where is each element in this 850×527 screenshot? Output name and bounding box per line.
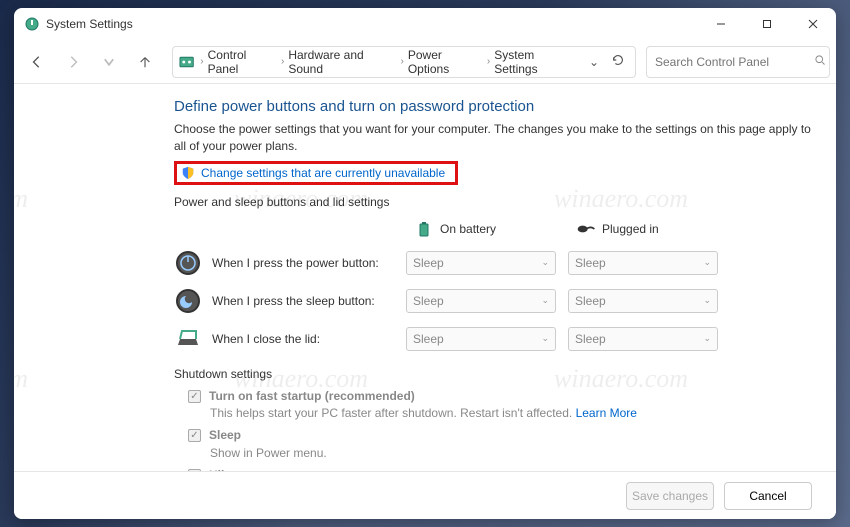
row-power-button: When I press the power button: xyxy=(174,249,394,277)
sleep-sub: Show in Power menu. xyxy=(210,446,812,460)
row-lid: When I close the lid: xyxy=(174,325,394,353)
forward-button[interactable] xyxy=(56,45,90,79)
section-heading: Power and sleep buttons and lid settings xyxy=(174,195,812,209)
lid-battery-dropdown[interactable]: Sleep⌄ xyxy=(406,327,556,351)
cancel-button[interactable]: Cancel xyxy=(724,482,812,510)
chevron-icon: › xyxy=(200,56,203,67)
chevron-down-icon: ⌄ xyxy=(541,333,549,344)
minimize-button[interactable] xyxy=(698,8,744,40)
chevron-down-icon: ⌄ xyxy=(703,257,711,268)
learn-more-link[interactable]: Learn More xyxy=(576,406,637,420)
page-subtext: Choose the power settings that you want … xyxy=(174,121,812,155)
footer: Save changes Cancel xyxy=(14,471,836,519)
power-button-icon xyxy=(174,249,202,277)
plug-icon xyxy=(576,219,596,239)
fast-startup-checkbox[interactable] xyxy=(188,390,201,403)
battery-icon xyxy=(414,219,434,239)
page-heading: Define power buttons and turn on passwor… xyxy=(174,98,812,115)
app-icon xyxy=(24,16,40,32)
chevron-down-icon: ⌄ xyxy=(541,295,549,306)
address-dropdown[interactable]: ⌄ xyxy=(585,55,603,69)
col-plugged-header: Plugged in xyxy=(568,219,718,239)
fast-startup-sub: This helps start your PC faster after sh… xyxy=(210,406,812,420)
navbar: › Control Panel › Hardware and Sound › P… xyxy=(14,40,836,84)
watermark: winaero.com xyxy=(14,184,28,214)
chevron-down-icon: ⌄ xyxy=(703,333,711,344)
up-button[interactable] xyxy=(128,45,162,79)
breadcrumb-item[interactable]: System Settings xyxy=(494,48,577,76)
window: System Settings › Control Panel › Hardwa… xyxy=(14,8,836,519)
search-input[interactable] xyxy=(655,55,810,69)
titlebar: System Settings xyxy=(14,8,836,40)
back-button[interactable] xyxy=(20,45,54,79)
col-battery-header: On battery xyxy=(406,219,556,239)
power-plugged-dropdown[interactable]: Sleep⌄ xyxy=(568,251,718,275)
sleep-battery-dropdown[interactable]: Sleep⌄ xyxy=(406,289,556,313)
address-bar[interactable]: › Control Panel › Hardware and Sound › P… xyxy=(172,46,636,78)
sleep-button-icon xyxy=(174,287,202,315)
row-sleep-button: When I press the sleep button: xyxy=(174,287,394,315)
sleep-plugged-dropdown[interactable]: Sleep⌄ xyxy=(568,289,718,313)
opt-fast-startup: Turn on fast startup (recommended) xyxy=(188,389,812,405)
lid-icon xyxy=(174,325,202,353)
content-area: Define power buttons and turn on passwor… xyxy=(14,84,836,471)
maximize-button[interactable] xyxy=(744,8,790,40)
change-settings-highlight: Change settings that are currently unava… xyxy=(174,161,458,185)
control-panel-icon xyxy=(179,54,194,70)
hibernate-checkbox[interactable] xyxy=(188,469,201,471)
opt-hibernate: Hibernate xyxy=(188,468,812,471)
chevron-icon: › xyxy=(487,56,490,67)
chevron-down-icon: ⌄ xyxy=(703,295,711,306)
lid-plugged-dropdown[interactable]: Sleep⌄ xyxy=(568,327,718,351)
window-title: System Settings xyxy=(46,17,133,31)
chevron-icon: › xyxy=(401,56,404,67)
close-button[interactable] xyxy=(790,8,836,40)
save-button[interactable]: Save changes xyxy=(626,482,714,510)
shield-icon xyxy=(181,166,195,180)
chevron-down-icon: ⌄ xyxy=(541,257,549,268)
breadcrumb-item[interactable]: Power Options xyxy=(408,48,483,76)
watermark: winaero.com xyxy=(14,364,28,394)
breadcrumb-item[interactable]: Control Panel xyxy=(208,48,277,76)
recent-dropdown[interactable] xyxy=(92,45,126,79)
chevron-icon: › xyxy=(281,56,284,67)
search-box[interactable] xyxy=(646,46,830,78)
refresh-button[interactable] xyxy=(607,53,629,70)
sleep-checkbox[interactable] xyxy=(188,429,201,442)
change-settings-link[interactable]: Change settings that are currently unava… xyxy=(201,166,445,180)
breadcrumb-item[interactable]: Hardware and Sound xyxy=(288,48,396,76)
settings-grid: On battery Plugged in When I press the p… xyxy=(174,219,812,353)
opt-sleep: Sleep xyxy=(188,428,812,444)
shutdown-heading: Shutdown settings xyxy=(174,367,812,381)
search-icon xyxy=(814,54,826,69)
power-battery-dropdown[interactable]: Sleep⌄ xyxy=(406,251,556,275)
